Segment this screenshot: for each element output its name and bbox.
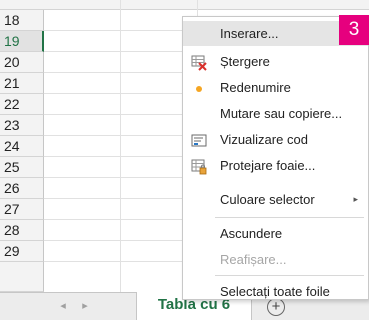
sheet-context-menu: Inserare... Ștergere Redenumire Mutare s… — [182, 16, 369, 300]
bullet-dot-icon — [191, 80, 207, 96]
menu-item-move-copy[interactable]: Mutare sau copiere... — [183, 101, 368, 126]
protect-sheet-icon — [191, 158, 207, 175]
view-code-icon — [191, 132, 207, 148]
row-header[interactable]: 26 — [0, 178, 44, 199]
menu-separator — [215, 217, 364, 218]
scroll-tabs-left-icon[interactable]: ◂ — [56, 299, 70, 312]
menu-separator — [215, 275, 364, 276]
menu-item-unhide: Reafișare... — [183, 247, 368, 272]
menu-item-label: Reafișare... — [220, 252, 287, 267]
menu-item-select-all-sheets[interactable]: Selectați toate foile — [183, 279, 368, 304]
row-header[interactable]: 22 — [0, 94, 44, 115]
menu-item-view-code[interactable]: Vizualizare cod — [183, 127, 368, 152]
submenu-arrow-icon: ▸ — [353, 194, 358, 204]
row-header[interactable]: 24 — [0, 136, 44, 157]
menu-item-delete[interactable]: Ștergere — [183, 49, 368, 74]
row-header[interactable]: 27 — [0, 199, 44, 220]
menu-item-label: Vizualizare cod — [220, 132, 308, 147]
menu-item-hide[interactable]: Ascundere — [183, 221, 368, 246]
column-gridline — [120, 0, 121, 292]
delete-sheet-icon — [191, 54, 207, 71]
step-number-badge: 3 — [339, 15, 369, 45]
menu-item-label: Culoare selector — [220, 192, 315, 207]
row-header[interactable]: 21 — [0, 73, 44, 94]
row-header[interactable]: 18 — [0, 10, 44, 31]
menu-item-label: Inserare... — [220, 26, 279, 41]
row-header[interactable]: 23 — [0, 115, 44, 136]
menu-item-label: Redenumire — [220, 80, 291, 95]
menu-item-rename[interactable]: Redenumire — [183, 75, 368, 100]
menu-item-tab-color[interactable]: Culoare selector ▸ — [183, 187, 368, 212]
scroll-tabs-right-icon[interactable]: ▸ — [78, 299, 92, 312]
row-header-active[interactable]: 19 — [0, 31, 44, 52]
menu-item-label: Ștergere — [220, 54, 270, 69]
row-header[interactable]: 28 — [0, 220, 44, 241]
menu-item-label: Ascundere — [220, 226, 283, 241]
menu-item-label: Protejare foaie... — [220, 158, 316, 173]
row-header[interactable]: 29 — [0, 241, 44, 262]
menu-item-label: Mutare sau copiere... — [220, 106, 343, 121]
row-header[interactable]: 25 — [0, 157, 44, 178]
menu-item-label: Selectați toate foile — [220, 284, 330, 299]
row-header-partial — [0, 0, 369, 10]
row-header[interactable]: 20 — [0, 52, 44, 73]
menu-item-protect-sheet[interactable]: Protejare foaie... — [183, 153, 368, 178]
row-header-filler — [0, 262, 44, 292]
